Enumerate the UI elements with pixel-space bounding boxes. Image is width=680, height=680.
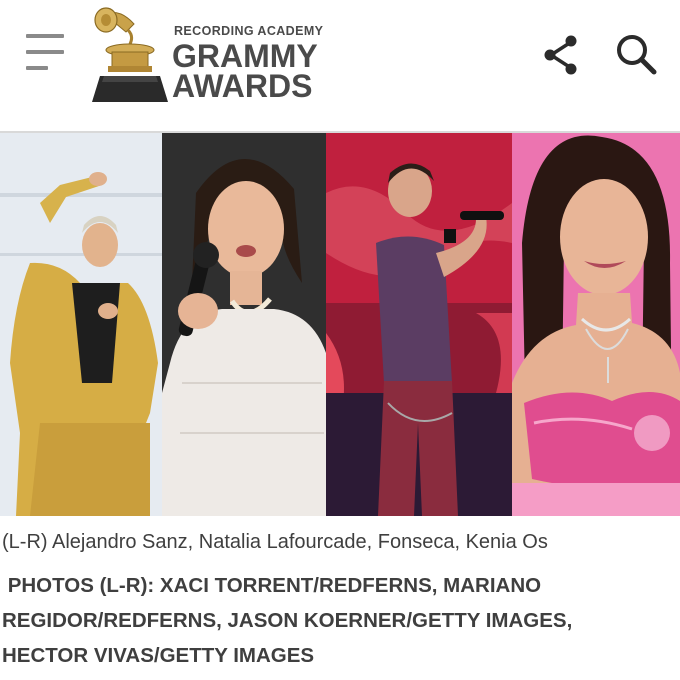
photo-kenia-os bbox=[512, 133, 680, 516]
photo-natalia-lafourcade bbox=[162, 133, 326, 516]
site-header: RECORDING ACADEMY GRAMMY AWARDS bbox=[0, 0, 680, 133]
article-page: RECORDING ACADEMY GRAMMY AWARDS (L-R) Al… bbox=[0, 0, 680, 680]
artist-photo-collage bbox=[0, 133, 680, 516]
gramophone-icon bbox=[92, 7, 168, 102]
photo-fonseca bbox=[326, 133, 512, 516]
photo-caption: (L-R) Alejandro Sanz, Natalia Lafourcade… bbox=[2, 531, 548, 553]
logo-line-awards: AWARDS bbox=[172, 68, 313, 104]
photo-credits-line: REGIDOR/REDFERNS, JASON KOERNER/GETTY IM… bbox=[2, 609, 573, 632]
photo-credits-line: PHOTOS (L-R): XACI TORRENT/REDFERNS, MAR… bbox=[2, 574, 542, 597]
photo-credits: PHOTOS (L-R): XACI TORRENT/REDFERNS, MAR… bbox=[2, 568, 678, 673]
share-icon[interactable] bbox=[541, 34, 581, 76]
logo-tagline: RECORDING ACADEMY bbox=[174, 24, 324, 38]
photo-credits-line: HECTOR VIVAS/GETTY IMAGES bbox=[2, 644, 315, 667]
hamburger-menu-icon[interactable] bbox=[24, 32, 68, 76]
photo-alejandro-sanz bbox=[0, 133, 162, 516]
search-icon[interactable] bbox=[614, 32, 658, 76]
grammy-awards-logo[interactable]: RECORDING ACADEMY GRAMMY AWARDS bbox=[90, 6, 350, 104]
